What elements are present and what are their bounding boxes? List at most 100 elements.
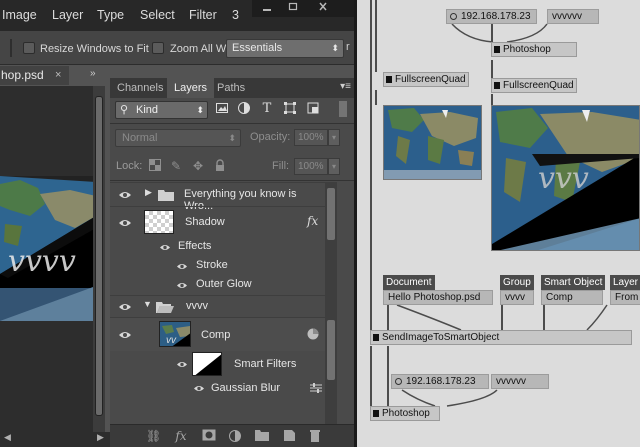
fullscreenquad-node-1[interactable]: FullscreenQuad [383,72,469,87]
zoom-all-label: Zoom All Wi [170,43,229,55]
adjustment-layer-icon[interactable] [228,429,242,443]
scroll-left-icon[interactable]: ◀ [4,432,11,443]
document-canvas-area[interactable]: vvvv [0,86,100,432]
ip-address-iobox-bottom[interactable]: 192.168.178.23 [391,374,489,389]
layer-shadow[interactable]: Shadow fx [110,206,325,238]
lock-transparent-icon[interactable] [148,159,162,173]
name-iobox-top[interactable]: vvvvvv [547,9,599,24]
gaussian-blur-row[interactable]: Gaussian Blur [110,377,325,399]
workspace-select[interactable]: Essentials ⬍ [226,39,344,58]
menu-type[interactable]: Type [97,8,124,22]
blend-mode-select[interactable]: Normal ⬍ [115,129,241,147]
name-iobox-bottom[interactable]: vvvvvv [491,374,549,389]
fx-icon[interactable]: fx [307,214,318,228]
renderer-large[interactable]: vvv [491,105,640,251]
lock-icon[interactable] [213,159,227,173]
renderer-small[interactable] [383,105,482,180]
menu-image[interactable]: Image [2,8,37,22]
link-layers-icon[interactable]: ⛓ [146,429,161,443]
collapse-arrow-icon[interactable]: ▼ [143,299,152,309]
opacity-dropdown-icon[interactable]: ▾ [328,129,340,146]
scroll-right-icon[interactable]: ▶ [97,432,104,443]
menu-layer[interactable]: Layer [52,8,83,22]
brush-icon[interactable]: ✎ [169,159,183,173]
layer-iobox[interactable]: From [610,290,640,305]
shape-filter-icon[interactable] [282,101,298,117]
group-iobox[interactable]: vvvv [500,290,534,305]
effects-row[interactable]: Effects [110,238,325,257]
fill-field[interactable]: 100% [294,158,328,175]
tab-paths[interactable]: Paths [210,78,252,98]
open-folder-icon [156,302,174,313]
layer-comp[interactable]: vv Comp [110,317,325,351]
layer-value: From [615,292,639,303]
menu-select[interactable]: Select [140,8,175,22]
new-layer-icon[interactable] [282,429,296,443]
stroke-effect-row[interactable]: Stroke [110,257,325,276]
eye-icon[interactable] [118,218,132,228]
double-chevron-icon[interactable]: » [90,68,96,79]
filter-options-icon[interactable] [310,383,322,393]
filter-toggle[interactable] [339,101,347,117]
photoshop-node-bottom[interactable]: Photoshop [370,406,440,421]
vvvv-patch[interactable]: 192.168.178.23 vvvvvv Photoshop Fullscre… [357,0,640,447]
filter-kind-select[interactable]: ⚲ Kind ⬍ [115,101,208,119]
smart-object-filter-icon[interactable] [305,101,321,117]
restore-icon[interactable] [282,2,304,14]
resize-windows-checkbox[interactable] [23,42,35,54]
close-tab-icon[interactable]: × [55,66,61,85]
smart-object-iobox[interactable]: Comp [541,290,603,305]
layer-name: Comp [201,329,231,341]
panel-menu-icon[interactable]: ▾≡ [340,81,351,92]
eye-icon[interactable] [176,360,188,369]
resize-windows-label: Resize Windows to Fit [40,43,149,55]
ip-address-iobox-top[interactable]: 192.168.178.23 [446,9,537,24]
trash-icon[interactable] [308,429,322,443]
photoshop-node-top[interactable]: Photoshop [491,42,577,57]
eye-icon[interactable] [159,243,171,252]
fill-dropdown-icon[interactable]: ▾ [328,158,340,175]
document-tab[interactable]: hop.psd × [0,66,69,85]
layer-group-everything[interactable]: ▶ Everything you know is Wro... [110,182,325,212]
expand-arrow-icon[interactable]: ▶ [145,187,152,198]
panel-tab-bar: Channels Layers Paths ▾≡ [110,78,357,98]
add-style-icon[interactable]: fx [174,429,188,443]
eye-icon[interactable] [193,384,205,393]
layers-scrollbar[interactable] [325,182,337,428]
outer-glow-effect-row[interactable]: Outer Glow [110,276,325,295]
menu-3d[interactable]: 3 [232,8,239,22]
eye-icon[interactable] [176,262,188,271]
document-scrollbar[interactable] [93,86,105,432]
move-icon[interactable]: ✥ [191,159,205,173]
send-image-to-smart-object-node[interactable]: SendImageToSmartObject [370,330,632,345]
eye-icon[interactable] [176,281,188,290]
layer-thumbnail: vv [159,321,191,347]
eye-icon[interactable] [118,330,132,340]
overflow-icon[interactable]: r [346,41,350,53]
scroll-thumb[interactable] [327,188,335,240]
menu-filter[interactable]: Filter [189,8,217,22]
fullscreenquad-node-2[interactable]: FullscreenQuad [491,78,577,93]
adjustment-filter-icon[interactable] [236,101,252,117]
pixel-filter-icon[interactable] [214,101,230,117]
tab-layers[interactable]: Layers [167,78,215,98]
minimize-icon[interactable] [256,2,278,14]
scroll-thumb[interactable] [327,320,335,380]
type-filter-icon[interactable]: T [259,101,275,117]
pin-label-group: Group [500,275,534,290]
document-iobox[interactable]: Hello Photoshop.psd [383,290,493,305]
options-bar: Resize Windows to Fit Zoom All Wi Essent… [0,31,357,65]
eye-icon[interactable] [118,302,132,312]
zoom-all-checkbox[interactable] [152,42,164,54]
smart-filters-row[interactable]: Smart Filters [110,351,325,377]
tab-channels[interactable]: Channels [110,78,170,98]
svg-text:vvvv: vvvv [8,244,76,279]
add-mask-icon[interactable] [202,429,216,443]
blend-mode-value: Normal [122,132,158,144]
new-group-icon[interactable] [255,429,269,443]
opacity-field[interactable]: 100% [294,129,328,146]
eye-icon[interactable] [118,190,132,200]
scroll-thumb[interactable] [95,96,103,416]
layer-group-vvvv[interactable]: ▼ vvvv [110,295,325,317]
close-icon[interactable] [312,2,334,14]
